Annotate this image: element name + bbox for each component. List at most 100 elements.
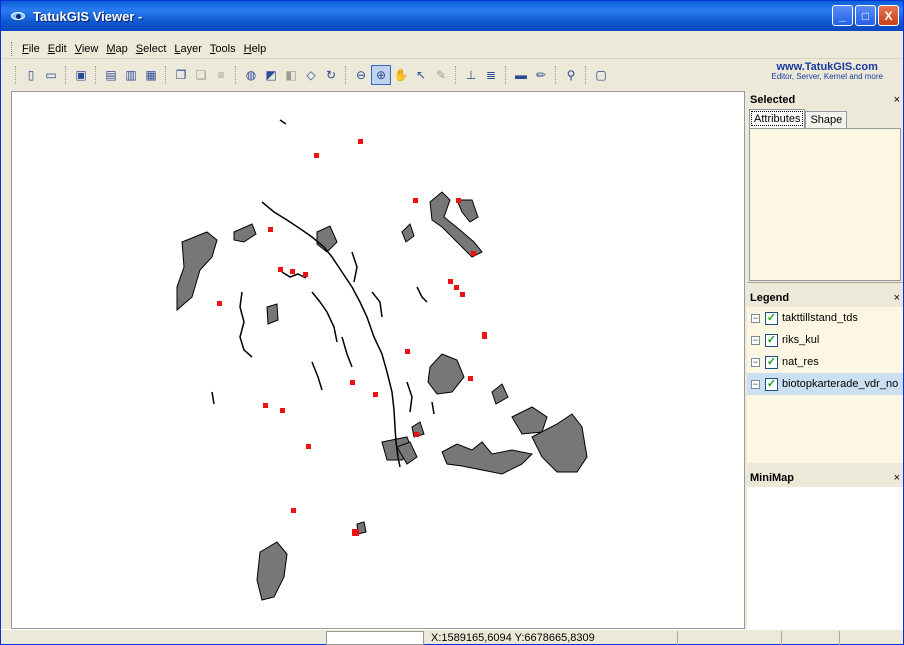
menu-edit[interactable]: Edit <box>44 43 71 55</box>
copy-button[interactable]: ❐ <box>171 65 191 85</box>
toolbar-separator <box>65 66 67 84</box>
close-button[interactable]: X <box>878 5 899 26</box>
map-point <box>471 251 476 256</box>
layer-visibility-checkbox[interactable]: ✓ <box>765 311 778 325</box>
map-point <box>456 198 461 203</box>
new-icon: ▯ <box>27 68 35 82</box>
status-field <box>326 631 424 645</box>
selected-panel: Selected × Attributes Shape <box>747 91 903 283</box>
promo-banner[interactable]: www.TatukGIS.com Editor, Server, Kernel … <box>771 62 883 82</box>
info-button[interactable]: ▢ <box>591 65 611 85</box>
menu-view[interactable]: View <box>71 43 103 55</box>
legend-item-selected[interactable]: − ✓ biotopkarterade_vdr_no <box>747 373 903 395</box>
map-point <box>314 153 319 158</box>
legend-item[interactable]: − ✓ takttillstand_tds <box>747 307 903 329</box>
menu-tools[interactable]: Tools <box>206 43 240 55</box>
ruler-button[interactable]: ▬ <box>511 65 531 85</box>
minimize-button[interactable]: _ <box>832 5 853 26</box>
layer-visibility-checkbox[interactable]: ✓ <box>765 355 778 369</box>
layer-visibility-checkbox[interactable]: ✓ <box>765 333 778 347</box>
save-button[interactable]: ▣ <box>71 65 91 85</box>
edit-vertex-button[interactable]: ✎ <box>431 65 451 85</box>
legend-item[interactable]: − ✓ nat_res <box>747 351 903 373</box>
menu-file[interactable]: File <box>18 43 44 55</box>
select-arrow-button[interactable]: ↖ <box>411 65 431 85</box>
menu-layer[interactable]: Layer <box>170 43 206 55</box>
zoom-in-button[interactable]: ⊕ <box>371 65 391 85</box>
info-icon: ▢ <box>595 68 607 82</box>
legend-item[interactable]: − ✓ riks_kul <box>747 329 903 351</box>
pan-hand-button[interactable]: ✋ <box>391 65 411 85</box>
menubar-grip[interactable] <box>11 41 14 56</box>
zoom-previous-icon: ◧ <box>285 68 297 82</box>
new-button[interactable]: ▯ <box>21 65 41 85</box>
collapse-icon[interactable]: − <box>751 335 760 345</box>
attributes-grid[interactable] <box>749 128 901 281</box>
menu-map[interactable]: Map <box>102 43 131 55</box>
map-point <box>306 444 311 449</box>
menu-help[interactable]: Help <box>240 43 271 55</box>
map-polygon <box>233 223 257 243</box>
map-point <box>352 529 359 536</box>
minimap-canvas[interactable] <box>747 487 903 629</box>
minimap-panel-close-button[interactable]: × <box>894 472 900 484</box>
legend-panel-close-button[interactable]: × <box>894 292 900 304</box>
map-polygon <box>316 225 338 253</box>
menu-select[interactable]: Select <box>132 43 171 55</box>
collapse-icon[interactable]: − <box>751 357 760 367</box>
toolbar-separator <box>95 66 97 84</box>
layer-visibility-checkbox[interactable]: ✓ <box>765 377 778 391</box>
add-layer-icon: ◍ <box>245 68 257 82</box>
full-extent-button[interactable]: ◩ <box>261 65 281 85</box>
map-polygon <box>256 541 288 601</box>
menu-bar: File Edit View Map Select Layer Tools He… <box>1 39 903 59</box>
open-button[interactable]: ▭ <box>41 65 61 85</box>
map-canvas[interactable] <box>11 91 745 629</box>
zoom-previous-button[interactable]: ◧ <box>281 65 301 85</box>
toolbar-separator <box>555 66 557 84</box>
map-line <box>341 336 353 368</box>
paste-button[interactable]: ❏ <box>191 65 211 85</box>
toolbar-grip[interactable] <box>15 66 17 84</box>
minimap-panel-title: MiniMap <box>750 471 794 484</box>
collapse-icon[interactable]: − <box>751 313 760 323</box>
map-line <box>371 291 383 318</box>
minimap-panel-header: MiniMap × <box>747 469 903 486</box>
map-polygon <box>427 353 465 395</box>
promo-url[interactable]: www.TatukGIS.com <box>771 62 883 73</box>
map-point <box>358 139 363 144</box>
measure-area-button[interactable]: ≣ <box>481 65 501 85</box>
map-point <box>482 332 487 339</box>
maximize-button[interactable]: □ <box>855 5 876 26</box>
window-title: TatukGIS Viewer - <box>33 8 143 24</box>
line-layer <box>211 119 435 468</box>
map-svg[interactable] <box>12 92 745 629</box>
collapse-icon[interactable]: − <box>751 379 760 389</box>
add-layer-button[interactable]: ◍ <box>241 65 261 85</box>
print-preview-button[interactable]: ▥ <box>121 65 141 85</box>
map-point <box>373 392 378 397</box>
map-polygon <box>456 199 479 223</box>
pan-back-button[interactable]: ◇ <box>301 65 321 85</box>
style-button[interactable]: ✏ <box>531 65 551 85</box>
title-bar[interactable]: TatukGIS Viewer - _ □ X <box>1 1 903 31</box>
tab-attributes[interactable]: Attributes <box>749 109 806 128</box>
paste-icon: ❏ <box>195 68 207 82</box>
map-polygon <box>401 223 415 243</box>
print-button[interactable]: ▤ <box>101 65 121 85</box>
refresh-button[interactable]: ↻ <box>321 65 341 85</box>
measure-line-button[interactable]: ⊥ <box>461 65 481 85</box>
tab-shape[interactable]: Shape <box>805 111 848 128</box>
legend-list: − ✓ takttillstand_tds − ✓ riks_kul − ✓ n… <box>747 307 903 463</box>
status-divider <box>839 631 840 645</box>
layer-props-button[interactable]: ≡ <box>211 65 231 85</box>
pan-back-icon: ◇ <box>306 68 316 82</box>
export-button[interactable]: ▦ <box>141 65 161 85</box>
open-icon: ▭ <box>45 68 57 82</box>
layer-name: nat_res <box>782 356 819 368</box>
minimap-panel: MiniMap × <box>747 469 903 629</box>
selected-panel-close-button[interactable]: × <box>894 94 900 106</box>
find-button[interactable]: ⚲ <box>561 65 581 85</box>
zoom-out-button[interactable]: ⊖ <box>351 65 371 85</box>
measure-area-icon: ≣ <box>485 68 497 82</box>
